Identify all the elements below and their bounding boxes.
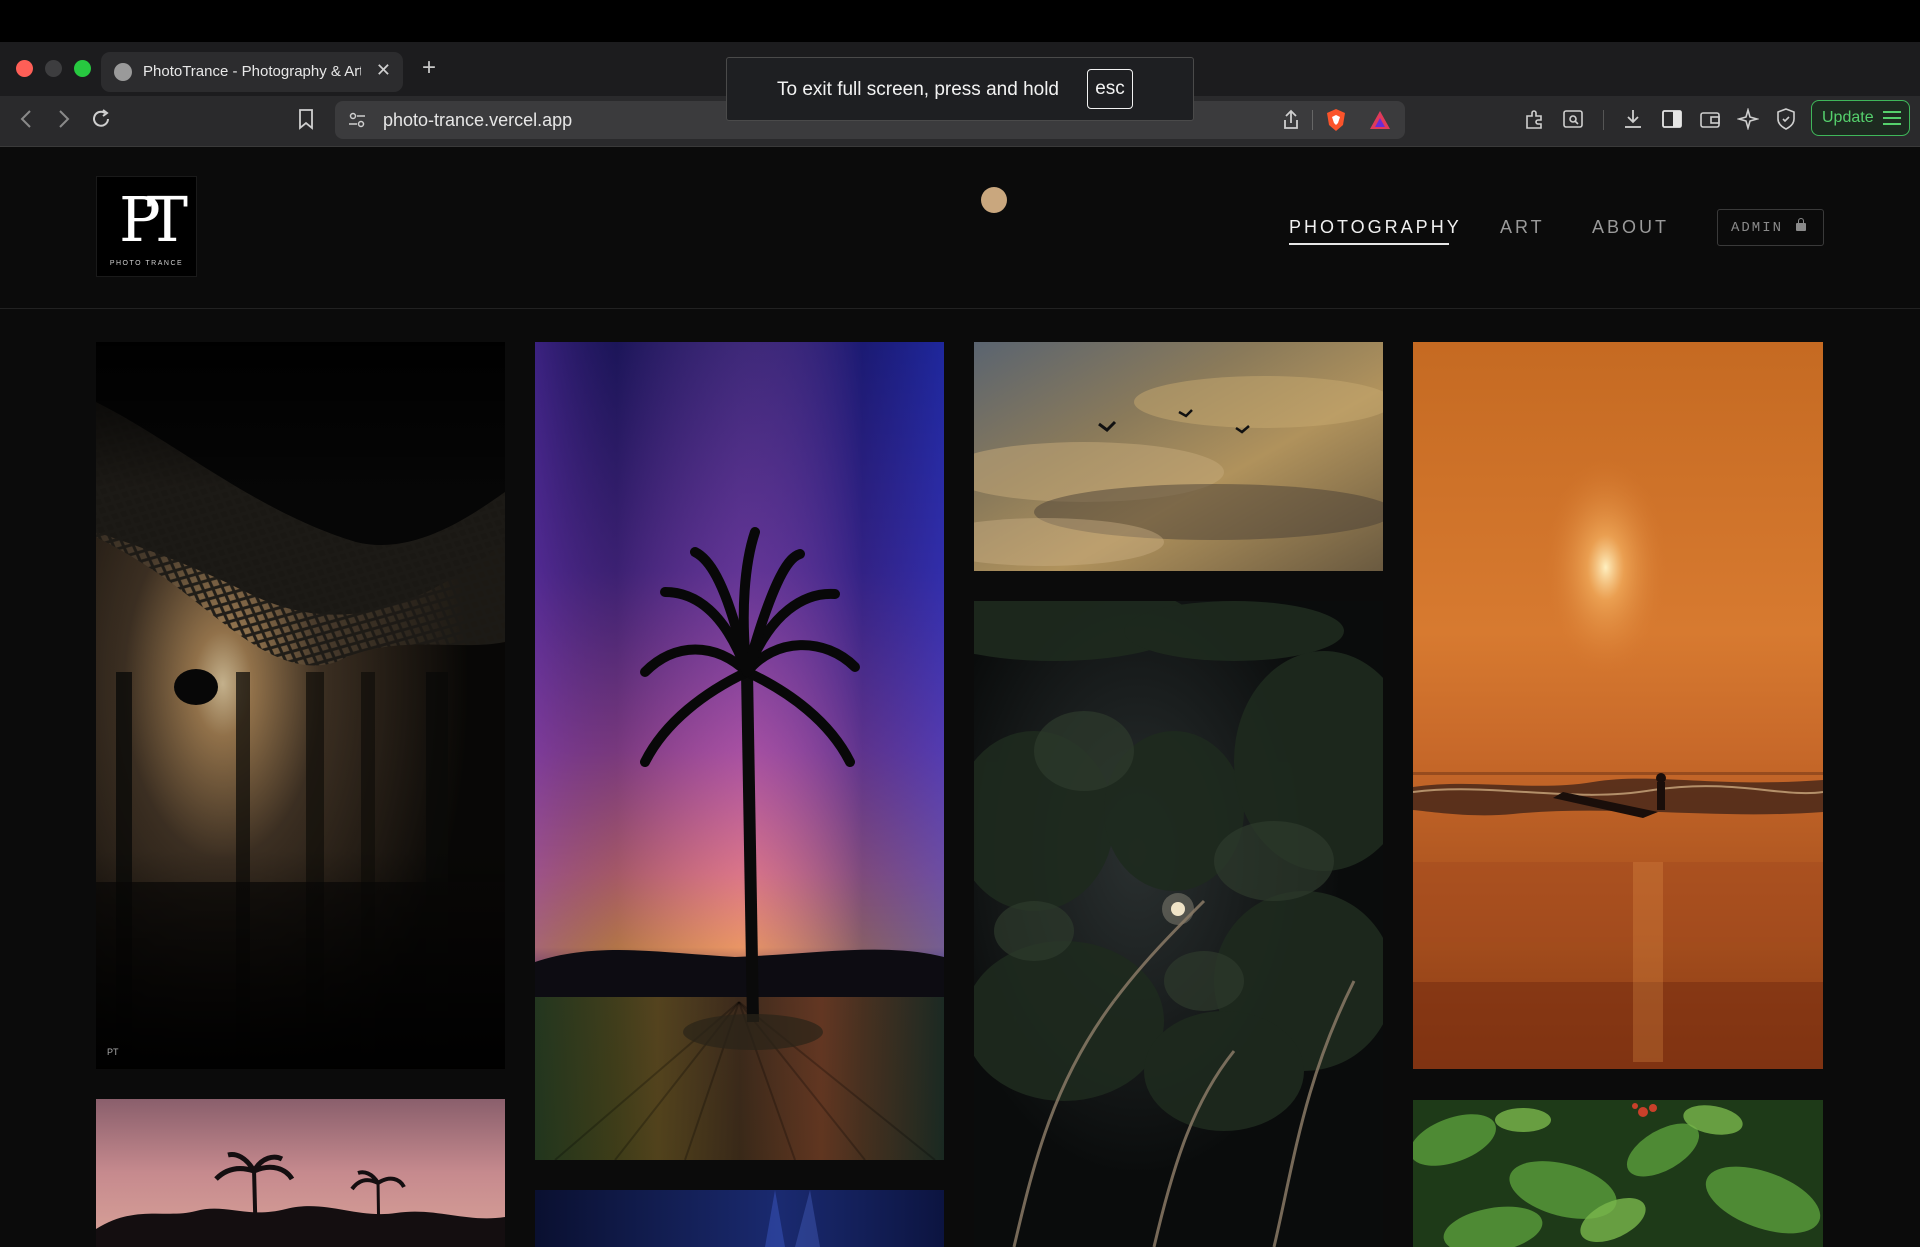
logo-subtitle: PHOTO TRANCE bbox=[109, 260, 184, 267]
update-label: Update bbox=[1822, 109, 1874, 126]
site-logo[interactable]: PT PHOTO TRANCE bbox=[96, 176, 197, 277]
photo-orange-sunset-image bbox=[1413, 342, 1823, 1069]
url-text: photo-trance.vercel.app bbox=[383, 110, 573, 130]
tab-title: PhotoTrance - Photography & Art bbox=[143, 63, 361, 80]
site-settings-icon[interactable] bbox=[347, 110, 367, 130]
reload-icon[interactable] bbox=[90, 108, 112, 130]
nav-about[interactable]: ABOUT bbox=[1592, 217, 1669, 238]
back-icon[interactable] bbox=[16, 108, 38, 130]
vpn-icon[interactable] bbox=[1775, 108, 1797, 130]
globe-icon bbox=[114, 63, 132, 81]
zoom-window-button[interactable] bbox=[74, 60, 91, 77]
menu-icon bbox=[1883, 111, 1901, 125]
fullscreen-notice: To exit full screen, press and hold esc bbox=[726, 57, 1194, 121]
wallet-icon[interactable] bbox=[1699, 108, 1721, 130]
nav-photography[interactable]: PHOTOGRAPHY bbox=[1289, 217, 1462, 238]
brave-shields-icon[interactable] bbox=[1325, 108, 1347, 132]
photo-green-leaves[interactable] bbox=[1413, 1100, 1823, 1247]
photo-net-silhouette-image bbox=[96, 342, 505, 1069]
photo-blue-night-sky[interactable] bbox=[535, 1190, 944, 1247]
update-button[interactable]: Update bbox=[1811, 100, 1910, 136]
photo-palm-silhouettes-pink-sky[interactable] bbox=[96, 1099, 505, 1247]
photo-pink-sky-image bbox=[96, 1099, 505, 1247]
close-tab-icon[interactable]: ✕ bbox=[376, 60, 391, 81]
minimize-window-button[interactable] bbox=[45, 60, 62, 77]
photo-net-silhouette-sunset[interactable]: PT bbox=[96, 342, 505, 1069]
photo-birds-golden-clouds[interactable] bbox=[974, 342, 1383, 571]
chrome-divider bbox=[0, 146, 1920, 147]
photo-orange-sea-sunset-surfer[interactable] bbox=[1413, 342, 1823, 1069]
lock-icon bbox=[1796, 218, 1806, 231]
photo-leaves-image bbox=[1413, 1100, 1823, 1247]
nav-active-underline bbox=[1289, 243, 1449, 245]
photo-blue-sky-image bbox=[535, 1190, 944, 1247]
browser-tab[interactable]: PhotoTrance - Photography & Art ✕ bbox=[101, 52, 403, 92]
photo-watermark: PT bbox=[107, 1047, 119, 1057]
logo-mark: PT bbox=[118, 183, 188, 256]
admin-label: ADMIN bbox=[1731, 220, 1784, 236]
forward-icon[interactable] bbox=[52, 108, 74, 130]
header-divider bbox=[0, 308, 1920, 309]
photo-palm-tree-light-streaks[interactable] bbox=[535, 342, 944, 1160]
toolbar-divider bbox=[1603, 110, 1604, 130]
leo-ai-icon[interactable] bbox=[1737, 108, 1759, 130]
custom-cursor-dot bbox=[981, 187, 1007, 213]
system-top-bar bbox=[0, 0, 1920, 42]
close-window-button[interactable] bbox=[16, 60, 33, 77]
downloads-icon[interactable] bbox=[1622, 108, 1644, 130]
reader-mode-icon[interactable] bbox=[1562, 108, 1584, 130]
nav-art[interactable]: ART bbox=[1500, 217, 1545, 238]
admin-button[interactable]: ADMIN bbox=[1717, 209, 1824, 246]
photo-clouds-image bbox=[974, 342, 1383, 571]
new-tab-button[interactable]: + bbox=[422, 54, 436, 82]
bookmark-icon[interactable] bbox=[295, 108, 317, 130]
photo-palm-streaks-image bbox=[535, 342, 944, 1160]
photo-moon-through-trees-night[interactable] bbox=[974, 601, 1383, 1247]
address-divider bbox=[1312, 110, 1313, 130]
brave-rewards-icon[interactable] bbox=[1369, 109, 1391, 131]
extensions-icon[interactable] bbox=[1524, 108, 1546, 130]
photo-night-trees-image bbox=[974, 601, 1383, 1247]
sidebar-icon[interactable] bbox=[1661, 108, 1683, 130]
esc-key-badge: esc bbox=[1087, 69, 1133, 109]
fullscreen-notice-text: To exit full screen, press and hold bbox=[777, 79, 1059, 100]
share-icon[interactable] bbox=[1280, 109, 1302, 131]
